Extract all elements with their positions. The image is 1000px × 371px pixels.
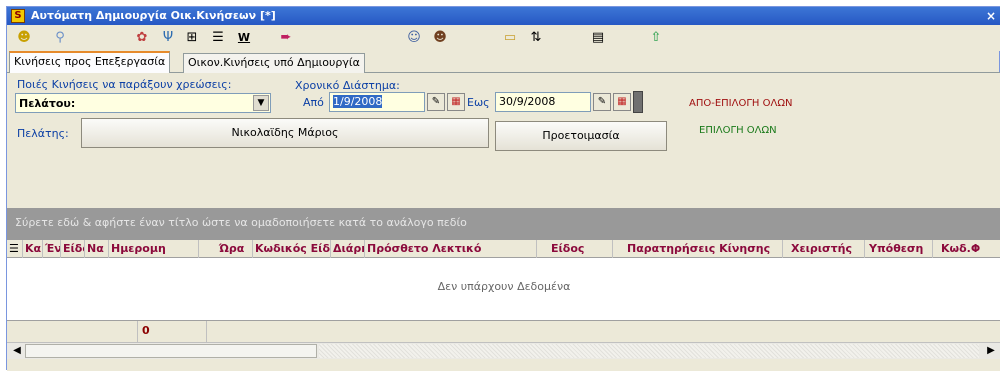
footer-count: 0 [137, 321, 207, 343]
to-label: Εως [467, 96, 490, 109]
col-item-code[interactable]: Κωδικός Είδο [253, 240, 331, 258]
col-remarks[interactable]: Παρατηρήσεις Κίνησης [613, 240, 783, 258]
person-icon[interactable]: ☺ [405, 29, 423, 47]
row-selector-icon[interactable]: ☰ [7, 240, 23, 258]
eraser-icon[interactable]: ✎ [427, 93, 445, 111]
calendar-icon[interactable]: ▦ [447, 93, 465, 111]
note-icon[interactable]: ▤ [589, 29, 607, 47]
list-icon[interactable]: ☰ [209, 29, 227, 47]
to-date-value: 30/9/2008 [499, 95, 556, 108]
main-window: S Αυτόματη Δημιουργία Οικ.Κινήσεων [*] ×… [6, 6, 1000, 371]
calendar-icon-2[interactable]: ▦ [613, 93, 631, 111]
toolbar: ☻ ⚲ ✿ Ψ ⊞ ☰ W ➨ ☺ ☻ ▭ ⇅ ▤ ⇧ [7, 25, 1000, 51]
up-arrow-icon[interactable]: ⇧ [647, 29, 665, 47]
scroll-thumb[interactable] [25, 344, 317, 358]
scroll-track[interactable] [319, 344, 979, 358]
prepare-button[interactable]: Προετοιμασία [495, 121, 667, 151]
scroll-left-icon[interactable]: ◀ [9, 343, 25, 359]
col-code[interactable]: Κωδ.Φ [933, 240, 1000, 258]
charges-select-value: Πελάτου: [19, 97, 76, 110]
close-icon[interactable]: × [983, 8, 999, 24]
col-date[interactable]: Ημερομη [109, 240, 199, 258]
title-bar[interactable]: S Αυτόματη Δημιουργία Οικ.Κινήσεων [*] × [7, 7, 1000, 25]
tab-strip: Κινήσεις προς Επεξεργασία Οικον.Κινήσεις… [7, 51, 1000, 74]
tab-panel: Ποιές Κινήσεις να παράξουν χρεώσεις: Πελ… [7, 73, 1000, 371]
tab-financial-movements[interactable]: Οικον.Κινήσεις υπό Δημιουργία [183, 53, 365, 73]
col-case[interactable]: Υπόθεση [865, 240, 933, 258]
col-operator[interactable]: Χειριστής [783, 240, 865, 258]
charges-select[interactable]: Πελάτου: ▼ [15, 93, 271, 113]
grid-footer: 0 [7, 320, 1000, 343]
w-icon[interactable]: W [235, 29, 253, 47]
col-eidos1[interactable]: Είδο [61, 240, 85, 258]
col-ka[interactable]: Κα [23, 240, 43, 258]
from-label: Από [303, 96, 324, 109]
window-title: Αυτόματη Δημιουργία Οικ.Κινήσεων [*] [31, 9, 276, 22]
period-label: Χρονικό Διάστημα: [295, 79, 400, 92]
folder-icon[interactable]: ▭ [501, 29, 519, 47]
person2-icon[interactable]: ☻ [431, 29, 449, 47]
tab-pending-movements[interactable]: Κινήσεις προς Επεξεργασία [9, 51, 171, 74]
eraser-icon-2[interactable]: ✎ [593, 93, 611, 111]
flower-icon[interactable]: ✿ [133, 29, 151, 47]
col-extra-text[interactable]: Πρόσθετο Λεκτικό [365, 240, 537, 258]
col-eidos[interactable]: Είδος [537, 240, 613, 258]
app-icon: S [11, 9, 25, 23]
chevron-down-icon[interactable]: ▼ [253, 95, 269, 111]
horizontal-scrollbar[interactable]: ◀ ▶ [7, 342, 1000, 359]
to-date-field[interactable]: 30/9/2008 [495, 92, 591, 112]
group-by-area[interactable]: Σύρετε εδώ & αφήστε έναν τίτλο ώστε να ο… [7, 208, 1000, 240]
sort-icon[interactable]: ⇅ [527, 29, 545, 47]
tree-icon[interactable]: ⊞ [183, 29, 201, 47]
deselect-all-link[interactable]: ΑΠΟ-ΕΠΙΛΟΓΗ ΟΛΩΝ [689, 98, 792, 109]
fork-icon[interactable]: Ψ [159, 29, 177, 47]
from-date-field[interactable]: 1/9/2008 [329, 92, 425, 112]
col-na[interactable]: Να [85, 240, 109, 258]
col-duration[interactable]: Διάρκ [331, 240, 365, 258]
search-icon[interactable]: ⚲ [51, 29, 69, 47]
customer-label: Πελάτης: [17, 127, 69, 140]
grid-header: ☰ Κα Έν Είδο Να Ημερομη Ώρα Κωδικός Είδο… [7, 240, 1000, 258]
exit-icon[interactable]: ☻ [15, 29, 33, 47]
color-indicator [633, 91, 643, 113]
select-all-link[interactable]: ΕΠΙΛΟΓΗ ΟΛΩΝ [699, 125, 777, 136]
from-date-value: 1/9/2008 [333, 95, 383, 108]
scroll-right-icon[interactable]: ▶ [983, 343, 999, 359]
customer-button[interactable]: Νικολαϊδης Μάριος [81, 118, 489, 148]
col-time[interactable]: Ώρα [199, 240, 253, 258]
col-en[interactable]: Έν [43, 240, 61, 258]
arrow-right-icon[interactable]: ➨ [277, 29, 295, 47]
grid-body: Δεν υπάρχουν Δεδομένα [7, 258, 1000, 320]
charges-label: Ποιές Κινήσεις να παράξουν χρεώσεις: [17, 78, 232, 91]
no-data-message: Δεν υπάρχουν Δεδομένα [437, 280, 571, 293]
